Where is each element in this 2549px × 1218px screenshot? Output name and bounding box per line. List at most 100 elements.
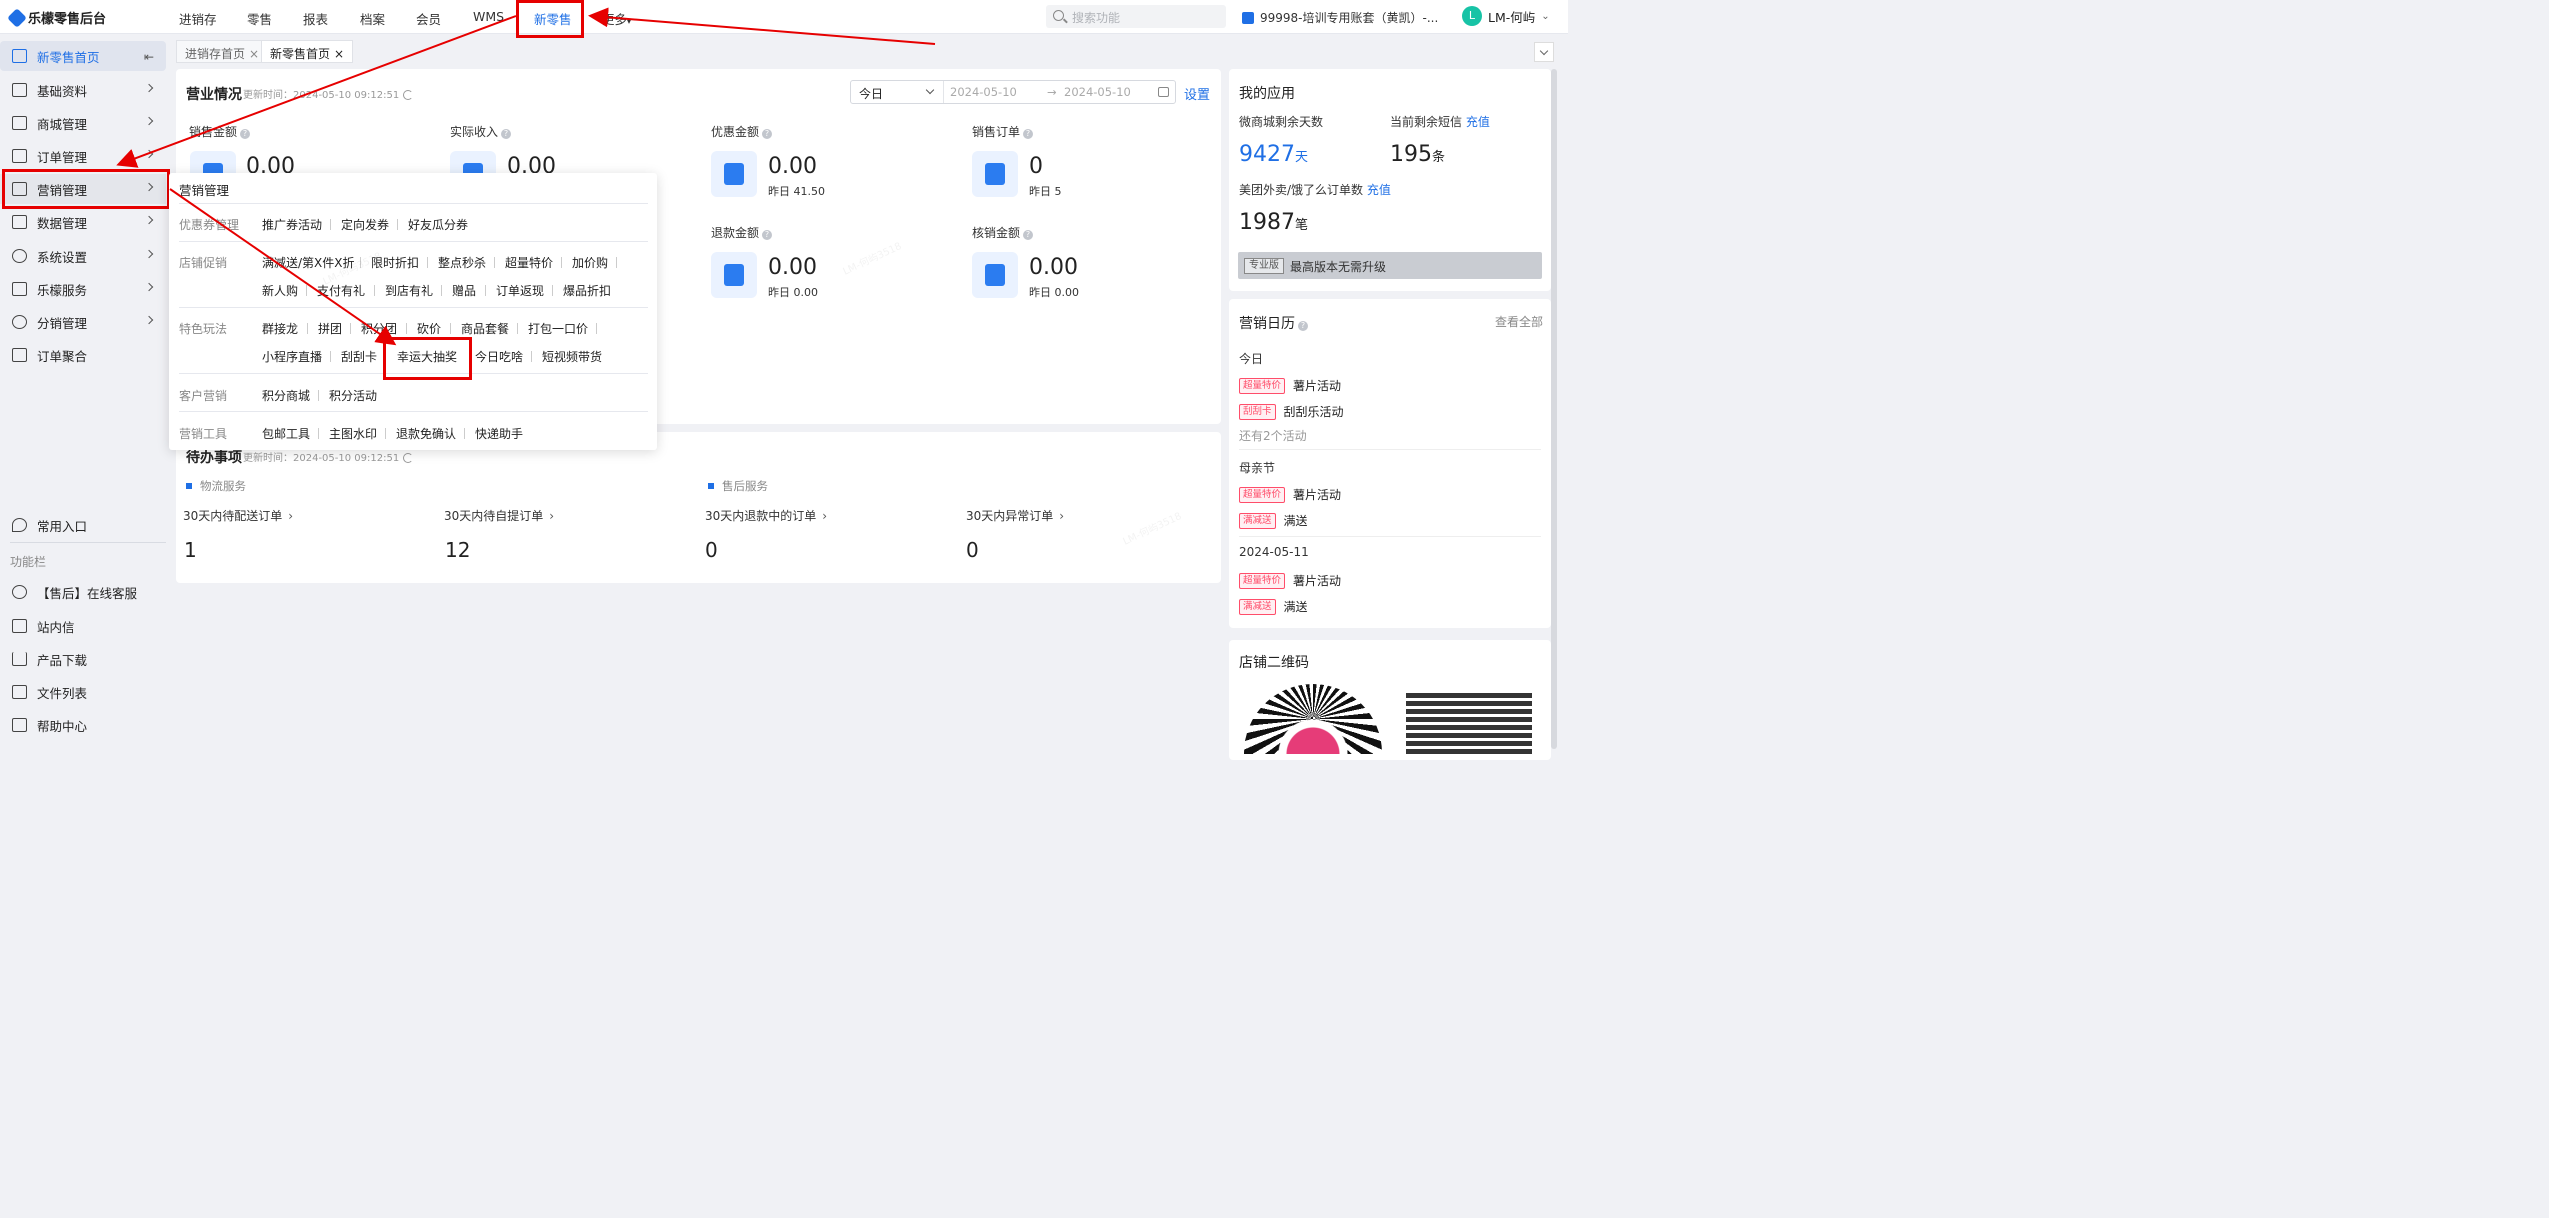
chevron-right-icon <box>144 83 154 93</box>
menu-item-scratch-card[interactable]: 刮刮卡 <box>341 348 377 365</box>
sidebar-common-entry[interactable]: 常用入口 <box>0 510 166 540</box>
menu-item-cashback[interactable]: 订单返现 <box>496 282 544 299</box>
todo-link-abnormal[interactable]: 30天内异常订单 <box>966 507 1064 524</box>
more-events[interactable]: 还有2个活动 <box>1239 427 1307 444</box>
menu-item-bargain[interactable]: 砍价 <box>417 320 441 337</box>
sms-recharge-link[interactable]: 充值 <box>1466 115 1490 129</box>
calendar-event[interactable]: 刮刮卡 刮刮乐活动 <box>1239 403 1344 420</box>
separator <box>464 428 465 439</box>
nav-huiyuan[interactable]: 会员 <box>416 9 441 28</box>
nav-more[interactable]: 更多▾ <box>602 9 631 28</box>
menu-item-free-shipping[interactable]: 包邮工具 <box>262 425 310 442</box>
menu-item-group-chain[interactable]: 群接龙 <box>262 320 298 337</box>
settings-link[interactable]: 设置 <box>1184 84 1210 103</box>
sidebar-item-label: 帮助中心 <box>37 718 88 734</box>
calendar-event[interactable]: 满减送 满送 <box>1239 598 1308 615</box>
separator <box>330 351 331 362</box>
nav-dangan[interactable]: 档案 <box>360 9 385 28</box>
help-icon[interactable]: ? <box>1023 129 1034 139</box>
menu-item-newcomer[interactable]: 新人购 <box>262 282 298 299</box>
nav-baobiao[interactable]: 报表 <box>303 9 328 28</box>
todo-link-refund[interactable]: 30天内退款中的订单 <box>705 507 827 524</box>
sidebar-item-service[interactable]: 乐檬服务 <box>0 274 166 304</box>
separator <box>406 323 407 334</box>
nav-wms[interactable]: WMS <box>473 9 504 24</box>
sidebar-item-support[interactable]: 【售后】在线客服 <box>0 577 166 607</box>
sidebar-item-basic[interactable]: 基础资料 <box>0 75 166 105</box>
menu-item-express-helper[interactable]: 快递助手 <box>475 425 523 442</box>
menu-item-flash-sale[interactable]: 整点秒杀 <box>438 254 486 271</box>
refund-icon <box>711 252 757 298</box>
date-range-picker[interactable]: 今日 2024-05-10 → 2024-05-10 <box>850 80 1176 104</box>
menu-item-promo-coupon[interactable]: 推广券活动 <box>262 216 322 233</box>
help-icon[interactable]: ? <box>762 129 773 139</box>
sidebar-item-distribution[interactable]: 分销管理 <box>0 307 166 337</box>
search-input[interactable]: 搜索功能 <box>1046 5 1226 28</box>
calendar-event[interactable]: 超量特价 薯片活动 <box>1239 572 1341 589</box>
divider <box>179 241 648 242</box>
tab-jinxiaocun-home[interactable]: 进销存首页 × <box>176 40 269 63</box>
date-from[interactable]: 2024-05-10 <box>950 85 1017 99</box>
takeout-recharge-link[interactable]: 充值 <box>1367 183 1391 197</box>
menu-item-points-activity[interactable]: 积分活动 <box>329 387 377 404</box>
sidebar-item-home[interactable]: 新零售首页 ⇤ <box>0 41 166 71</box>
account-selector[interactable]: 99998-培训专用账套（黄凯）-... <box>1242 9 1438 26</box>
menu-item-add-on-purchase[interactable]: 加价购 <box>572 254 608 271</box>
help-icon[interactable]: ? <box>1023 230 1034 240</box>
tab-xinlingshou-home[interactable]: 新零售首页 × <box>261 40 354 63</box>
collapse-icon[interactable]: ⇤ <box>144 50 154 64</box>
calendar-event[interactable]: 满减送 满送 <box>1239 512 1308 529</box>
menu-item-refund-auto[interactable]: 退款免确认 <box>396 425 456 442</box>
menu-item-group-buy[interactable]: 拼团 <box>318 320 342 337</box>
refresh-icon[interactable] <box>403 90 414 100</box>
sidebar-item-mall[interactable]: 商城管理 <box>0 108 166 138</box>
help-icon[interactable]: ? <box>762 230 773 240</box>
menu-item-bundle[interactable]: 商品套餐 <box>461 320 509 337</box>
menu-item-short-video[interactable]: 短视频带货 <box>542 348 602 365</box>
section-logistics: 物流服务 <box>186 478 246 494</box>
menu-item-store-gift[interactable]: 到店有礼 <box>385 282 433 299</box>
help-icon[interactable]: ? <box>501 129 512 139</box>
menu-item-points-mall[interactable]: 积分商城 <box>262 387 310 404</box>
sidebar-item-download[interactable]: 产品下载 <box>0 644 166 674</box>
date-to[interactable]: 2024-05-10 <box>1064 85 1131 99</box>
menu-item-watermark[interactable]: 主图水印 <box>329 425 377 442</box>
close-icon[interactable]: × <box>334 47 344 61</box>
chevron-right-icon <box>144 282 154 292</box>
tab-menu-button[interactable] <box>1534 42 1554 62</box>
todo-link-pickup[interactable]: 30天内待自提订单 <box>444 507 554 524</box>
period-select[interactable]: 今日 <box>859 85 883 102</box>
menu-item-hot-discount[interactable]: 爆品折扣 <box>563 282 611 299</box>
scrollbar[interactable] <box>1551 69 1557 749</box>
view-all-link[interactable]: 查看全部 <box>1495 313 1543 330</box>
qr-code[interactable] <box>1406 690 1532 754</box>
sidebar-item-files[interactable]: 文件列表 <box>0 677 166 707</box>
app-logo[interactable]: 乐檬零售后台 <box>7 7 106 28</box>
menu-item-gifts[interactable]: 赠品 <box>452 282 476 299</box>
help-icon[interactable]: ? <box>240 129 251 139</box>
sidebar-item-help[interactable]: 帮助中心 <box>0 710 166 740</box>
refresh-icon[interactable] <box>403 453 414 463</box>
menu-item-live[interactable]: 小程序直播 <box>262 348 322 365</box>
metric-label: 优惠金额? <box>711 123 773 140</box>
menu-item-pack-price[interactable]: 打包一口价 <box>528 320 588 337</box>
menu-item-bulk-special[interactable]: 超量特价 <box>505 254 553 271</box>
user-menu[interactable]: L LM-何屿 ⌄ <box>1462 6 1550 26</box>
calendar-event[interactable]: 超量特价 薯片活动 <box>1239 486 1341 503</box>
nav-lingshou[interactable]: 零售 <box>247 9 272 28</box>
chevron-down-icon: ⌄ <box>1541 10 1550 22</box>
sidebar-item-settings[interactable]: 系统设置 <box>0 241 166 271</box>
sidebar-item-aggregate[interactable]: 订单聚合 <box>0 340 166 370</box>
menu-item-split-coupon[interactable]: 好友瓜分券 <box>408 216 468 233</box>
sidebar-item-data[interactable]: 数据管理 <box>0 207 166 237</box>
help-icon[interactable]: ? <box>1298 321 1308 331</box>
menu-item-targeted-coupon[interactable]: 定向发券 <box>341 216 389 233</box>
close-icon[interactable]: × <box>249 47 259 61</box>
menu-item-what-to-eat[interactable]: 今日吃啥 <box>475 348 523 365</box>
nav-jinxiaocun[interactable]: 进销存 <box>179 9 217 28</box>
menu-item-points-group[interactable]: 积分团 <box>361 320 397 337</box>
sidebar-item-orders[interactable]: 订单管理 <box>0 141 166 171</box>
calendar-event[interactable]: 超量特价 薯片活动 <box>1239 377 1341 394</box>
todo-link-delivery[interactable]: 30天内待配送订单 <box>183 507 293 524</box>
sidebar-item-messages[interactable]: 站内信 <box>0 611 166 641</box>
